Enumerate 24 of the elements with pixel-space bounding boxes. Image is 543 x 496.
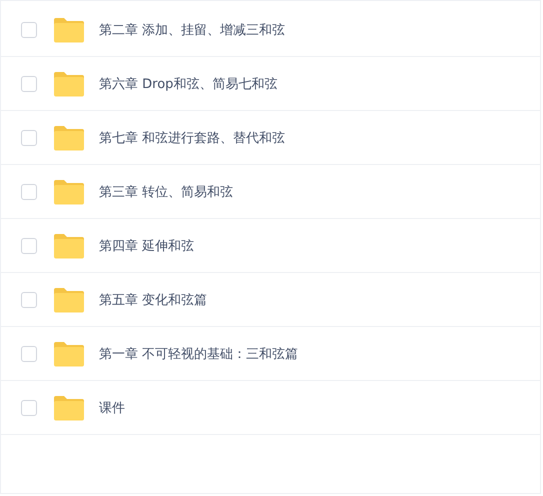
folder-icon — [53, 394, 85, 420]
checkbox[interactable] — [21, 76, 37, 92]
folder-icon — [53, 232, 85, 258]
folder-icon — [53, 70, 85, 96]
folder-icon — [53, 340, 85, 366]
folder-name[interactable]: 第三章 转位、简易和弦 — [99, 182, 234, 200]
folder-icon — [53, 286, 85, 312]
checkbox[interactable] — [21, 22, 37, 38]
checkbox[interactable] — [21, 346, 37, 362]
checkbox[interactable] — [21, 130, 37, 146]
folder-name[interactable]: 第六章 Drop和弦、简易七和弦 — [99, 74, 278, 92]
folder-name[interactable]: 第二章 添加、挂留、增减三和弦 — [99, 20, 286, 38]
folder-name[interactable]: 第四章 延伸和弦 — [99, 236, 194, 254]
checkbox[interactable] — [21, 184, 37, 200]
folder-name[interactable]: 课件 — [99, 398, 125, 416]
checkbox[interactable] — [21, 238, 37, 254]
folder-icon — [53, 178, 85, 204]
folder-icon — [53, 16, 85, 42]
folder-name[interactable]: 第五章 变化和弦篇 — [99, 290, 208, 308]
folder-icon — [53, 124, 85, 150]
checkbox[interactable] — [21, 400, 37, 416]
checkbox[interactable] — [21, 292, 37, 308]
folder-name[interactable]: 第一章 不可轻视的基础：三和弦篇 — [99, 344, 298, 362]
folder-name[interactable]: 第七章 和弦进行套路、替代和弦 — [99, 128, 286, 146]
